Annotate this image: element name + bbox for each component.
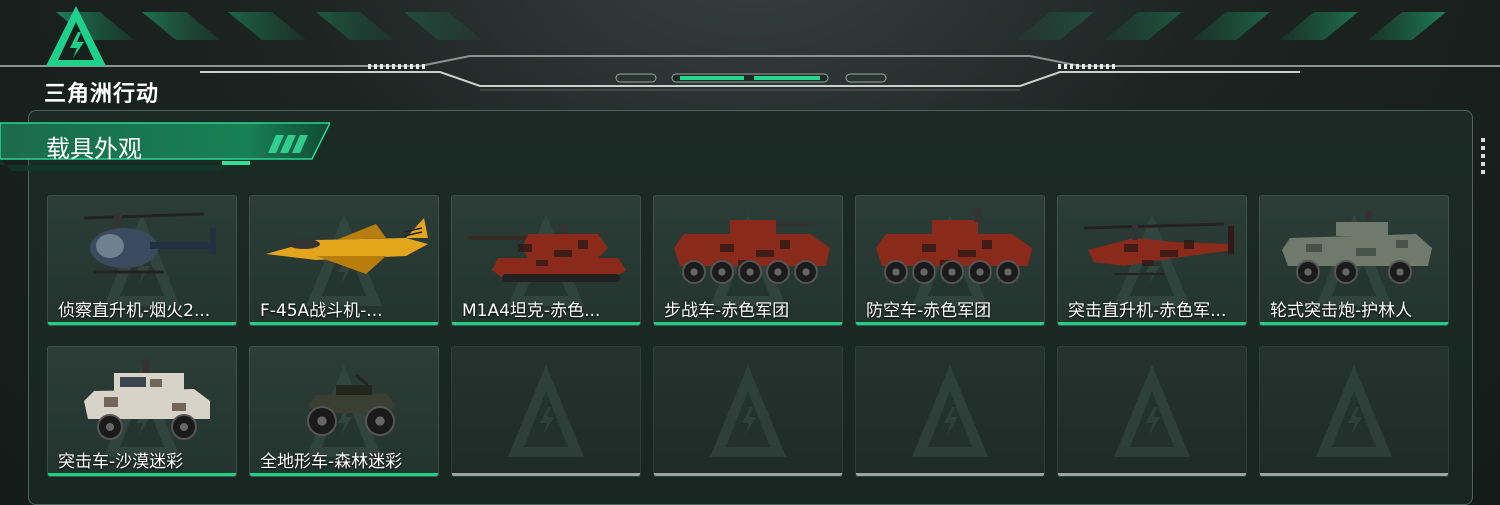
fighter-jet-icon: [266, 218, 428, 274]
vehicle-name: 突击直升机-赤色军...: [1068, 301, 1227, 321]
empty-slot: [1057, 346, 1247, 477]
header-decoration: [0, 12, 1500, 91]
vehicle-name: 全地形车-森林迷彩: [260, 452, 403, 472]
card-accent-bar: [856, 473, 1044, 476]
scroll-indicator[interactable]: [1481, 138, 1485, 178]
card-accent-bar: [48, 322, 236, 325]
wheeled-assault-gun-icon: [1282, 210, 1432, 284]
logo-text: 三角洲行动: [44, 82, 160, 107]
vehicle-name: 防空车-赤色军团: [866, 301, 992, 321]
card-accent-bar: [1058, 473, 1246, 476]
vehicle-card-ifv[interactable]: 步战车-赤色军团: [653, 195, 843, 326]
vehicle-card-atv[interactable]: 全地形车-森林迷彩: [249, 346, 439, 477]
vehicle-card-tank[interactable]: M1A4坦克-赤色...: [451, 195, 641, 326]
empty-slot: [451, 346, 641, 477]
card-accent-bar: [48, 473, 236, 476]
card-accent-bar: [250, 473, 438, 476]
vehicle-card-fighter-jet[interactable]: F-45A战斗机-...: [249, 195, 439, 326]
delta-logo-icon: [46, 6, 106, 66]
delta-watermark-icon: [1114, 365, 1190, 457]
vehicle-name: 侦察直升机-烟火2...: [58, 301, 211, 321]
card-accent-bar: [452, 473, 640, 476]
card-accent-bar: [654, 473, 842, 476]
scout-helicopter-icon: [83, 212, 216, 274]
card-accent-bar: [1260, 322, 1448, 325]
ifv-icon: [674, 220, 830, 284]
delta-watermark-icon: [1316, 365, 1392, 457]
empty-slot: [855, 346, 1045, 477]
delta-watermark-icon: [508, 365, 584, 457]
vehicle-card-scout-helicopter[interactable]: 侦察直升机-烟火2...: [47, 195, 237, 326]
section-title: 载具外观: [46, 135, 142, 163]
empty-slot: [1259, 346, 1449, 477]
aa-vehicle-icon: [876, 208, 1032, 284]
card-accent-bar: [250, 322, 438, 325]
vehicle-grid: 侦察直升机-烟火2... F-45A战斗机-... M1A4坦克-赤色... 步…: [47, 195, 1451, 477]
card-accent-bar: [1058, 322, 1246, 325]
game-logo: 三角洲行动: [44, 4, 184, 107]
card-accent-bar: [654, 322, 842, 325]
card-accent-bar: [452, 322, 640, 325]
vehicle-card-attack-helicopter[interactable]: 突击直升机-赤色军...: [1057, 195, 1247, 326]
tank-icon: [468, 224, 626, 282]
vehicle-name: M1A4坦克-赤色...: [462, 301, 601, 321]
empty-slot: [653, 346, 843, 477]
vehicle-name: F-45A战斗机-...: [260, 301, 383, 321]
attack-helicopter-icon: [1083, 222, 1234, 275]
vehicle-name: 突击车-沙漠迷彩: [58, 452, 184, 472]
vehicle-card-assault-car[interactable]: 突击车-沙漠迷彩: [47, 346, 237, 477]
vehicle-name: 步战车-赤色军团: [664, 301, 790, 321]
vehicle-card-wheeled-assault-gun[interactable]: 轮式突击炮-护林人: [1259, 195, 1449, 326]
vehicle-card-aa-vehicle[interactable]: 防空车-赤色军团: [855, 195, 1045, 326]
card-accent-bar: [856, 322, 1044, 325]
vehicle-name: 轮式突击炮-护林人: [1270, 301, 1413, 321]
assault-car-icon: [84, 359, 210, 440]
delta-watermark-icon: [912, 365, 988, 457]
top-header: 三角洲行动: [0, 0, 1500, 107]
card-accent-bar: [1260, 473, 1448, 476]
section-header: 载具外观: [0, 121, 330, 173]
delta-watermark-icon: [710, 365, 786, 457]
atv-icon: [307, 373, 396, 436]
